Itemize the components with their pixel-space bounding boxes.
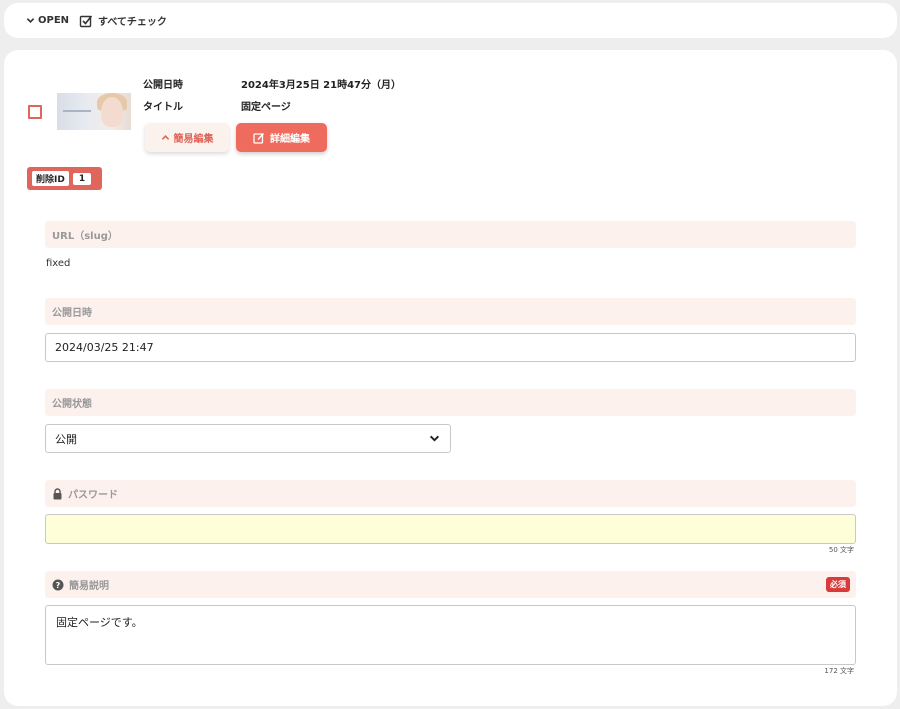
checkbox-checked-icon — [79, 14, 93, 28]
publish-date-input[interactable]: 2024/03/25 21:47 — [45, 333, 856, 362]
simple-edit-button[interactable]: 簡易編集 — [145, 123, 229, 152]
publish-date-label: 公開日時 — [143, 80, 183, 91]
chevron-up-icon — [161, 133, 170, 142]
publish-date-section-header: 公開日時 — [45, 298, 856, 325]
delete-id-label: 削除ID — [32, 171, 69, 186]
check-all-label: すべてチェック — [98, 17, 167, 28]
publish-status-selected: 公開 — [55, 432, 77, 446]
description-section-header: ? 簡易説明 必須 — [45, 571, 856, 598]
lock-icon — [52, 487, 63, 500]
check-all-button[interactable]: すべてチェック — [79, 13, 167, 28]
detail-edit-button[interactable]: 詳細編集 — [236, 123, 327, 152]
password-label: パスワード — [68, 490, 118, 501]
svg-text:?: ? — [56, 581, 61, 590]
publish-date-value: 2024年3月25日 21時47分（月） — [241, 80, 402, 91]
publish-status-label: 公開状態 — [52, 399, 92, 410]
url-label: URL（slug） — [52, 231, 118, 242]
description-textarea[interactable]: 固定ページです。 — [45, 605, 856, 665]
password-input[interactable] — [45, 514, 856, 544]
page-item-card: 公開日時 2024年3月25日 21時47分（月） タイトル 固定ページ 簡易編… — [4, 50, 897, 706]
delete-id-value: 1 — [72, 172, 92, 185]
chevron-down-icon — [429, 433, 440, 444]
delete-id-badge: 削除ID 1 — [27, 167, 102, 190]
top-toolbar: OPEN すべてチェック — [4, 3, 897, 38]
title-value: 固定ページ — [241, 102, 291, 113]
publish-status-select[interactable]: 公開 — [45, 424, 451, 453]
detail-edit-label: 詳細編集 — [270, 134, 310, 145]
title-label: タイトル — [143, 102, 183, 113]
open-toggle-button[interactable]: OPEN — [26, 15, 69, 26]
thumbnail-image — [57, 93, 131, 130]
publish-status-section-header: 公開状態 — [45, 389, 856, 416]
password-char-counter: 50 文字 — [828, 546, 854, 554]
publish-date-input-value: 2024/03/25 21:47 — [55, 341, 154, 354]
url-section-header: URL（slug） — [45, 221, 856, 248]
simple-edit-label: 簡易編集 — [173, 134, 214, 145]
description-label: 簡易説明 — [69, 581, 109, 592]
required-badge: 必須 — [826, 577, 850, 592]
item-checkbox[interactable] — [28, 105, 42, 119]
edit-icon — [253, 132, 265, 144]
open-label: OPEN — [38, 15, 70, 26]
description-value: 固定ページです。 — [56, 616, 143, 629]
description-char-counter: 172 文字 — [824, 667, 854, 675]
help-icon: ? — [52, 579, 64, 591]
password-section-header: パスワード — [45, 480, 856, 507]
chevron-down-icon — [26, 16, 35, 25]
publish-date-field-label: 公開日時 — [52, 308, 92, 319]
url-value: fixed — [46, 258, 71, 269]
